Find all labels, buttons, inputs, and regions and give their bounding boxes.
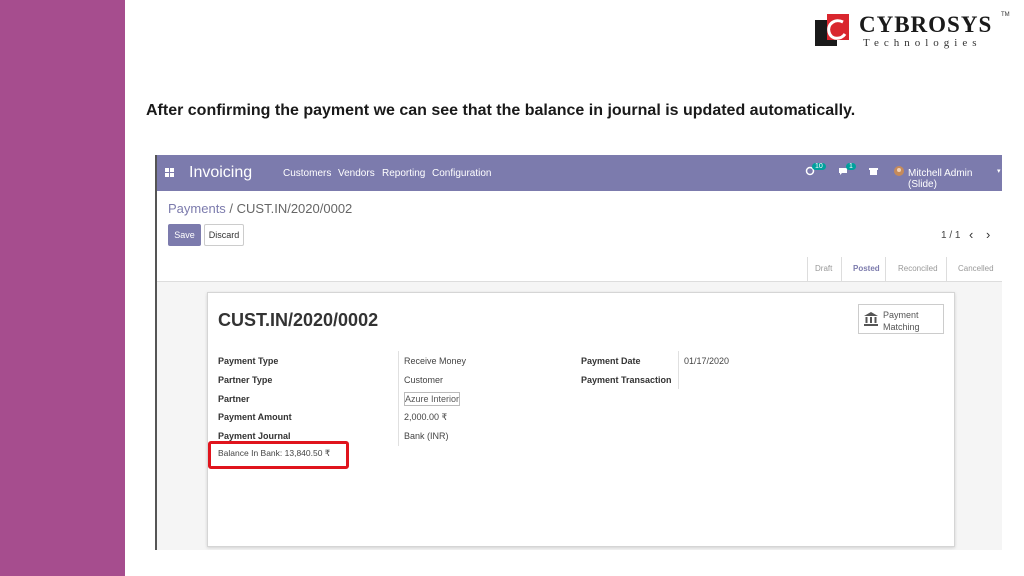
breadcrumb: Payments / CUST.IN/2020/0002 xyxy=(168,201,352,216)
record-title: CUST.IN/2020/0002 xyxy=(218,310,379,330)
menu-vendors[interactable]: Vendors xyxy=(338,168,375,179)
stage-draft[interactable]: Draft xyxy=(815,264,832,273)
breadcrumb-payments[interactable]: Payments xyxy=(168,201,226,216)
stage-posted[interactable]: Posted xyxy=(853,264,880,273)
label-payment-amount: Payment Amount xyxy=(218,412,292,422)
control-panel: Payments / CUST.IN/2020/0002 Save Discar… xyxy=(157,191,1002,258)
logo-name: CYBROSYS xyxy=(859,12,993,37)
payment-matching-button[interactable]: Payment Matching xyxy=(858,304,944,334)
value-payment-type[interactable]: Receive Money xyxy=(404,356,466,366)
status-bar: Draft Posted Reconciled Cancelled xyxy=(157,257,1002,282)
value-payment-amount[interactable]: 2,000.00 ₹ xyxy=(404,412,447,423)
slide-left-bar xyxy=(0,0,125,576)
slide-headline: After confirming the payment we can see … xyxy=(146,102,856,119)
breadcrumb-current: CUST.IN/2020/0002 xyxy=(236,201,353,216)
discard-button[interactable]: Discard xyxy=(204,224,244,246)
stage-cancelled[interactable]: Cancelled xyxy=(958,264,994,273)
value-partner-type[interactable]: Customer xyxy=(404,375,443,385)
label-payment-date: Payment Date xyxy=(581,356,641,366)
pager-next-icon[interactable]: › xyxy=(986,227,990,242)
apps-menu-icon[interactable] xyxy=(165,168,174,177)
user-avatar[interactable] xyxy=(894,166,904,179)
value-partner[interactable]: Azure Interior xyxy=(404,392,461,406)
menu-customers[interactable]: Customers xyxy=(283,168,331,179)
user-menu[interactable]: Mitchell Admin (Slide) xyxy=(908,168,1002,190)
label-payment-transaction: Payment Transaction xyxy=(581,375,672,385)
user-caret-icon[interactable]: ▾ xyxy=(997,167,1001,175)
activity-badge: 10 xyxy=(812,163,826,170)
payment-matching-label: Payment Matching xyxy=(883,310,920,332)
label-partner-type: Partner Type xyxy=(218,375,273,385)
top-navbar: Invoicing Customers Vendors Reporting Co… xyxy=(157,155,1002,191)
cybrosys-logo: CYBROSYS TM Technologies xyxy=(815,12,1015,52)
messages-badge: 1 xyxy=(846,163,856,170)
gift-icon[interactable] xyxy=(869,166,878,178)
value-payment-journal[interactable]: Bank (INR) xyxy=(404,431,449,441)
stage-reconciled[interactable]: Reconciled xyxy=(898,264,938,273)
app-title[interactable]: Invoicing xyxy=(189,164,252,182)
label-payment-journal: Payment Journal xyxy=(218,431,291,441)
save-button[interactable]: Save xyxy=(168,224,201,246)
payment-form-sheet: CUST.IN/2020/0002 Payment Matching Payme… xyxy=(207,292,955,547)
activity-icon[interactable]: 10 xyxy=(805,163,826,179)
highlight-box xyxy=(208,441,349,469)
odoo-screenshot: Invoicing Customers Vendors Reporting Co… xyxy=(155,155,1002,550)
logo-subtitle: Technologies xyxy=(863,37,982,49)
label-payment-type: Payment Type xyxy=(218,356,279,366)
logo-tm: TM xyxy=(1001,12,1010,18)
bank-icon xyxy=(864,312,878,326)
pager-previous-icon[interactable]: ‹ xyxy=(969,227,973,242)
breadcrumb-separator: / xyxy=(225,201,237,216)
menu-reporting[interactable]: Reporting xyxy=(382,168,425,179)
value-payment-date[interactable]: 01/17/2020 xyxy=(684,356,729,366)
label-partner: Partner xyxy=(218,394,250,404)
pager-value: 1 / 1 xyxy=(941,230,961,241)
menu-configuration[interactable]: Configuration xyxy=(432,168,491,179)
cybrosys-logo-icon xyxy=(815,14,849,46)
messages-icon[interactable]: 1 xyxy=(838,163,856,179)
